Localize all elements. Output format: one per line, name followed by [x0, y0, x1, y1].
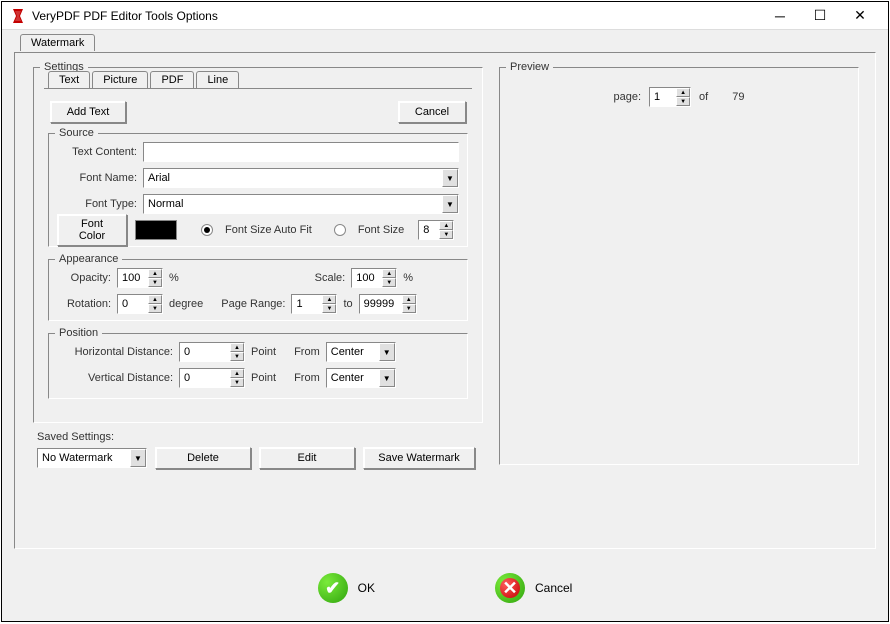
titlebar: VeryPDF PDF Editor Tools Options ─ ☐ ✕	[2, 2, 888, 30]
preview-legend: Preview	[506, 61, 553, 73]
scale-label: Scale:	[315, 272, 346, 284]
subtab-line[interactable]: Line	[196, 71, 239, 88]
tab-watermark[interactable]: Watermark	[20, 34, 95, 51]
cancel-icon: ✕	[495, 573, 525, 603]
hfrom-combo[interactable]: Center ▼	[326, 342, 396, 362]
chevron-down-icon[interactable]: ▼	[442, 169, 458, 187]
subtab-picture[interactable]: Picture	[92, 71, 148, 88]
hdist-spin[interactable]: ▲▼	[179, 342, 245, 362]
rotation-spin[interactable]: ▲▼	[117, 294, 163, 314]
rotation-label: Rotation:	[57, 298, 111, 310]
font-type-label: Font Type:	[57, 198, 143, 210]
font-name-combo[interactable]: Arial ▼	[143, 168, 459, 188]
add-text-button[interactable]: Add Text	[50, 101, 126, 123]
cancel-text-button[interactable]: Cancel	[398, 101, 466, 123]
save-watermark-button[interactable]: Save Watermark	[363, 447, 475, 469]
hdist-label: Horizontal Distance:	[57, 346, 173, 358]
chevron-down-icon[interactable]: ▼	[130, 449, 146, 467]
font-name-label: Font Name:	[57, 172, 143, 184]
subtab-text[interactable]: Text	[48, 71, 90, 88]
vdist-spin[interactable]: ▲▼	[179, 368, 245, 388]
chevron-down-icon[interactable]: ▼	[379, 343, 395, 361]
font-color-button[interactable]: Font Color	[57, 214, 127, 246]
page-from-spin[interactable]: ▲▼	[291, 294, 337, 314]
font-size-autofit-radio[interactable]	[201, 224, 213, 236]
maximize-button[interactable]: ☐	[800, 4, 840, 28]
font-size-label: Font Size	[358, 224, 404, 236]
ok-button[interactable]: ✔ OK	[318, 573, 375, 603]
saved-settings-combo[interactable]: No Watermark ▼	[37, 448, 147, 468]
subtab-pdf[interactable]: PDF	[150, 71, 194, 88]
saved-settings-label: Saved Settings:	[37, 431, 114, 443]
source-legend: Source	[55, 127, 98, 139]
text-content-label: Text Content:	[57, 146, 143, 158]
page-label: page:	[614, 91, 642, 103]
font-color-swatch[interactable]	[135, 220, 177, 240]
scale-spin[interactable]: ▲▼	[351, 268, 397, 288]
font-size-radio[interactable]	[334, 224, 346, 236]
appearance-legend: Appearance	[55, 253, 122, 265]
cancel-button[interactable]: ✕ Cancel	[495, 573, 572, 603]
chevron-down-icon[interactable]: ▼	[379, 369, 395, 387]
font-size-spin[interactable]: ▲▼	[418, 220, 454, 240]
opacity-label: Opacity:	[57, 272, 111, 284]
appearance-group: Appearance Opacity: ▲▼ % Scale:	[48, 253, 468, 321]
font-size-autofit-label: Font Size Auto Fit	[225, 224, 312, 236]
font-type-combo[interactable]: Normal ▼	[143, 194, 459, 214]
chevron-down-icon[interactable]: ▼	[442, 195, 458, 213]
edit-button[interactable]: Edit	[259, 447, 355, 469]
text-content-input[interactable]	[143, 142, 459, 162]
settings-group: Settings Text Picture PDF Line Add Text …	[33, 61, 483, 423]
page-range-label: Page Range:	[221, 298, 285, 310]
delete-button[interactable]: Delete	[155, 447, 251, 469]
position-group: Position Horizontal Distance: ▲▼ Point F…	[48, 327, 468, 399]
page-to-spin[interactable]: ▲▼	[359, 294, 417, 314]
preview-group: Preview page: ▲▼ of 79	[499, 61, 859, 465]
preview-total: 79	[732, 91, 744, 103]
opacity-spin[interactable]: ▲▼	[117, 268, 163, 288]
source-group: Source Text Content: Font Name: Arial ▼	[48, 127, 468, 247]
app-icon	[10, 8, 26, 24]
vdist-label: Vertical Distance:	[57, 372, 173, 384]
preview-page-spin[interactable]: ▲▼	[649, 87, 691, 107]
close-button[interactable]: ✕	[840, 4, 880, 28]
window-title: VeryPDF PDF Editor Tools Options	[32, 9, 760, 23]
position-legend: Position	[55, 327, 102, 339]
minimize-button[interactable]: ─	[760, 4, 800, 28]
vfrom-combo[interactable]: Center ▼	[326, 368, 396, 388]
check-icon: ✔	[318, 573, 348, 603]
